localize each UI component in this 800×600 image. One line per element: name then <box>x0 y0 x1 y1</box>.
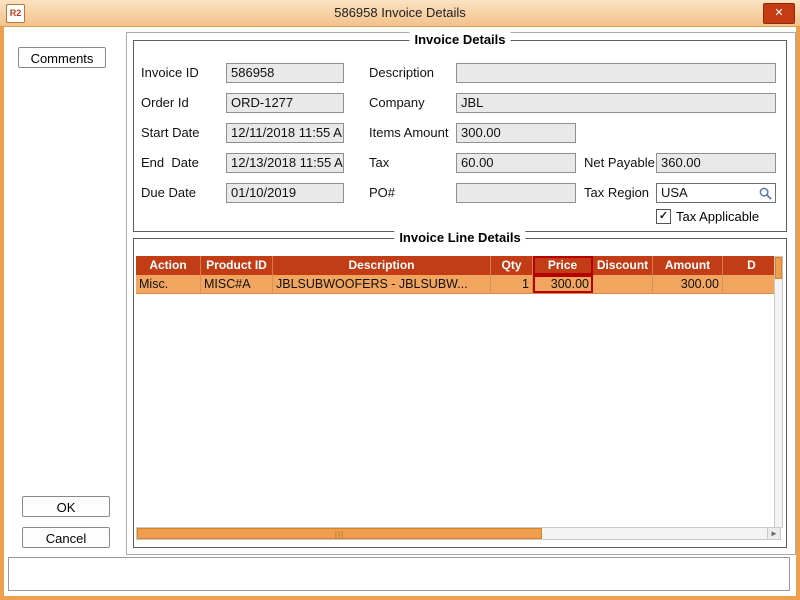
invoice-line-details-group: Invoice Line Details Action Product ID D… <box>133 238 787 548</box>
items-amount-label: Items Amount <box>369 123 448 143</box>
company-label: Company <box>369 93 425 113</box>
start-date-field: 12/11/2018 11:55 AM <box>226 123 344 143</box>
due-date-label: Due Date <box>141 183 196 203</box>
cancel-button[interactable]: Cancel <box>22 527 110 548</box>
invoice-details-group-title: Invoice Details <box>409 32 510 47</box>
vertical-scrollbar[interactable] <box>774 256 783 528</box>
description-field <box>456 63 776 83</box>
table-row[interactable]: Misc. MISC#A JBLSUBWOOFERS - JBLSUBW... … <box>136 275 781 294</box>
tax-field: 60.00 <box>456 153 576 173</box>
net-payable-label: Net Payable <box>584 153 655 173</box>
end-date-label: End Date <box>141 153 199 173</box>
line-items-table: Action Product ID Description Qty Price … <box>136 256 781 294</box>
items-amount-field: 300.00 <box>456 123 576 143</box>
tax-region-value: USA <box>661 185 688 200</box>
col-header-qty[interactable]: Qty <box>491 256 533 275</box>
invoice-details-dialog: 586958 Invoice Details R2 ✕ Comments OK … <box>0 0 800 600</box>
col-header-price[interactable]: Price <box>533 256 593 275</box>
horizontal-scrollbar-thumb[interactable]: ||| <box>137 528 542 539</box>
due-date-field: 01/10/2019 <box>226 183 344 203</box>
tax-applicable-checkbox[interactable]: ✓ <box>656 209 671 224</box>
cell-price[interactable]: 300.00 <box>533 275 593 293</box>
col-header-action[interactable]: Action <box>136 256 201 275</box>
tax-region-label: Tax Region <box>584 183 649 203</box>
search-icon[interactable] <box>758 186 773 201</box>
tax-label: Tax <box>369 153 389 173</box>
invoice-line-details-group-title: Invoice Line Details <box>394 230 525 245</box>
title-bar: 586958 Invoice Details R2 ✕ <box>0 0 800 27</box>
col-header-product-id[interactable]: Product ID <box>201 256 273 275</box>
horizontal-scrollbar[interactable]: ||| ► <box>136 527 781 540</box>
status-bar <box>8 557 790 591</box>
ok-button[interactable]: OK <box>22 496 110 517</box>
cell-d[interactable] <box>723 275 781 293</box>
app-icon: R2 <box>6 4 25 23</box>
tax-applicable-label: Tax Applicable <box>676 209 759 224</box>
vertical-scrollbar-thumb[interactable] <box>775 257 782 279</box>
start-date-label: Start Date <box>141 123 200 143</box>
order-id-field: ORD-1277 <box>226 93 344 113</box>
col-header-description[interactable]: Description <box>273 256 491 275</box>
close-button[interactable]: ✕ <box>763 3 795 24</box>
net-payable-field: 360.00 <box>656 153 776 173</box>
cell-action[interactable]: Misc. <box>136 275 201 293</box>
table-header-row: Action Product ID Description Qty Price … <box>136 256 781 275</box>
company-field: JBL <box>456 93 776 113</box>
col-header-d[interactable]: D <box>723 256 781 275</box>
po-label: PO# <box>369 183 395 203</box>
cell-qty[interactable]: 1 <box>491 275 533 293</box>
col-header-amount[interactable]: Amount <box>653 256 723 275</box>
po-field <box>456 183 576 203</box>
tax-region-field[interactable]: USA <box>656 183 776 203</box>
col-header-discount[interactable]: Discount <box>593 256 653 275</box>
invoice-id-field: 586958 <box>226 63 344 83</box>
scroll-right-arrow-icon[interactable]: ► <box>767 528 780 539</box>
end-date-field: 12/13/2018 11:55 AM <box>226 153 344 173</box>
cell-description[interactable]: JBLSUBWOOFERS - JBLSUBW... <box>273 275 491 293</box>
description-label: Description <box>369 63 434 83</box>
cell-amount[interactable]: 300.00 <box>653 275 723 293</box>
tax-applicable-row: ✓ Tax Applicable <box>656 209 759 224</box>
window-title: 586958 Invoice Details <box>0 0 800 26</box>
order-id-label: Order Id <box>141 93 189 113</box>
comments-button[interactable]: Comments <box>18 47 106 68</box>
cell-discount[interactable] <box>593 275 653 293</box>
cell-product-id[interactable]: MISC#A <box>201 275 273 293</box>
invoice-details-group: Invoice Details Invoice ID 586958 Order … <box>133 40 787 232</box>
invoice-id-label: Invoice ID <box>141 63 199 83</box>
